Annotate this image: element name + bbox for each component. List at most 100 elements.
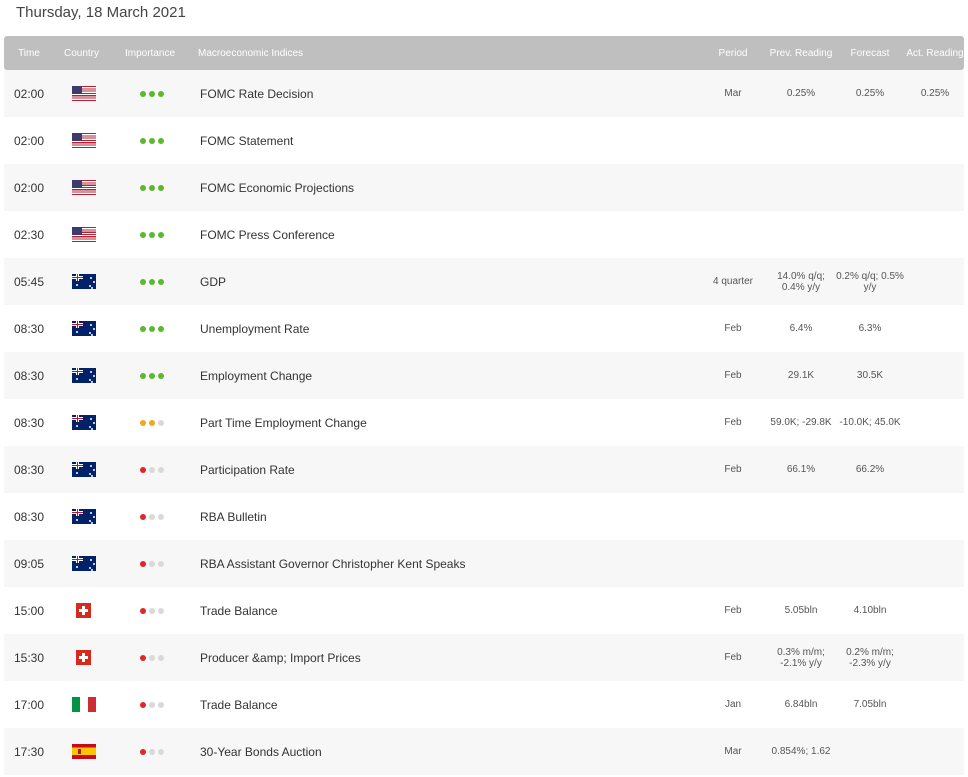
importance-dot xyxy=(158,466,164,473)
row-importance xyxy=(111,701,193,708)
importance-dot xyxy=(158,325,164,332)
table-row[interactable]: 02:30 FOMC Press Conference xyxy=(4,211,964,258)
importance-dot xyxy=(140,701,146,708)
row-event-name[interactable]: Trade Balance xyxy=(193,698,698,712)
header-event[interactable]: Macroeconomic Indices xyxy=(191,48,698,59)
importance-dots-icon xyxy=(140,231,164,238)
header-country[interactable]: Country xyxy=(54,48,109,59)
row-event-name[interactable]: Participation Rate xyxy=(193,463,698,477)
row-forecast: 4.10bln xyxy=(853,605,887,616)
row-time: 05:45 xyxy=(14,274,45,289)
table-row[interactable]: 02:00 FOMC Economic Projections xyxy=(4,164,964,211)
importance-dots-icon xyxy=(140,607,164,614)
table-row[interactable]: 17:30 30-Year Bonds Auction Mar 0.854%; 1.6… xyxy=(4,728,964,775)
row-country xyxy=(56,509,111,524)
row-event-name[interactable]: FOMC Economic Projections xyxy=(193,181,698,195)
table-body: 02:00 FOMC Rate Decision Mar 0.25% 0.25% 0.25… xyxy=(4,70,964,775)
row-time: 02:00 xyxy=(14,180,45,195)
flag-au-icon xyxy=(71,274,96,289)
row-event-name[interactable]: 30-Year Bonds Auction xyxy=(193,745,698,759)
row-event-name[interactable]: GDP xyxy=(193,275,698,289)
table-row[interactable]: 08:30 Employment Change Feb 29.1K 30.5K xyxy=(4,352,964,399)
importance-dots-icon xyxy=(140,325,164,332)
row-event-name[interactable]: Employment Change xyxy=(193,369,698,383)
row-event-name[interactable]: FOMC Statement xyxy=(193,134,698,148)
row-country xyxy=(56,133,111,148)
flag-us-icon xyxy=(71,180,96,195)
row-country xyxy=(56,415,111,430)
table-row[interactable]: 08:30 Part Time Employment Change Feb 59.0K… xyxy=(4,399,964,446)
row-time: 17:30 xyxy=(14,744,45,759)
row-importance xyxy=(111,560,193,567)
row-period: Jan xyxy=(724,699,742,710)
row-prev-reading: 5.05bln xyxy=(784,605,818,616)
table-row[interactable]: 02:00 FOMC Rate Decision Mar 0.25% 0.25% 0.25… xyxy=(4,70,964,117)
row-event-name[interactable]: RBA Assistant Governor Christopher Kent … xyxy=(193,557,698,571)
row-event-name[interactable]: FOMC Press Conference xyxy=(193,228,698,242)
table-row[interactable]: 08:30 Unemployment Rate Feb 6.4% 6.3% xyxy=(4,305,964,352)
importance-dot xyxy=(149,466,155,473)
importance-dot xyxy=(158,513,164,520)
row-importance xyxy=(111,419,193,426)
importance-dots-icon xyxy=(140,560,164,567)
importance-dot xyxy=(158,278,164,285)
table-row[interactable]: 15:00 Trade Balance Feb 5.05bln 4.10bln xyxy=(4,587,964,634)
row-country xyxy=(56,180,111,195)
importance-dot xyxy=(158,184,164,191)
row-event-name[interactable]: RBA Bulletin xyxy=(193,510,698,524)
row-prev-reading: 66.1% xyxy=(786,464,816,475)
row-importance xyxy=(111,607,193,614)
row-event-name[interactable]: FOMC Rate Decision xyxy=(193,87,698,101)
table-row[interactable]: 09:05 RBA Assistant Governor Christopher … xyxy=(4,540,964,587)
row-time: 17:00 xyxy=(14,697,45,712)
flag-ch-icon xyxy=(76,603,91,618)
row-period: Mar xyxy=(724,746,742,757)
row-event-name[interactable]: Part Time Employment Change xyxy=(193,416,698,430)
row-importance xyxy=(111,466,193,473)
header-period[interactable]: Period xyxy=(698,48,768,59)
row-period: Feb xyxy=(724,605,742,616)
header-forecast[interactable]: Forecast xyxy=(834,48,906,59)
table-row[interactable]: 15:30 Producer &amp; Import Prices Feb 0.3%… xyxy=(4,634,964,681)
importance-dot xyxy=(158,701,164,708)
row-event-name[interactable]: Producer &amp; Import Prices xyxy=(193,651,698,665)
importance-dot xyxy=(149,607,155,614)
importance-dot xyxy=(149,231,155,238)
flag-ch-icon xyxy=(76,650,91,665)
importance-dot xyxy=(140,231,146,238)
row-importance xyxy=(111,137,193,144)
importance-dot xyxy=(149,137,155,144)
row-time: 09:05 xyxy=(14,556,45,571)
row-event-name[interactable]: Unemployment Rate xyxy=(193,322,698,336)
importance-dots-icon xyxy=(140,184,164,191)
row-prev-reading: 6.4% xyxy=(789,323,813,334)
row-country xyxy=(56,556,111,571)
row-country xyxy=(56,227,111,242)
row-prev-reading: 6.84bln xyxy=(784,699,818,710)
importance-dot xyxy=(158,748,164,755)
header-importance[interactable]: Importance xyxy=(109,48,191,59)
row-forecast: 66.2% xyxy=(855,464,885,475)
row-importance xyxy=(111,513,193,520)
header-prev-reading[interactable]: Prev. Reading xyxy=(768,48,834,59)
economic-calendar-table: Time Country Importance Macroeconomic In… xyxy=(4,36,964,775)
flag-au-icon xyxy=(71,462,96,477)
header-time[interactable]: Time xyxy=(4,48,54,59)
table-row[interactable]: 05:45 GDP 4 quarter 14.0% q/q; 0.4% y/y 0.2%… xyxy=(4,258,964,305)
table-row[interactable]: 08:30 RBA Bulletin xyxy=(4,493,964,540)
table-row[interactable]: 02:00 FOMC Statement xyxy=(4,117,964,164)
flag-au-icon xyxy=(71,415,96,430)
row-importance xyxy=(111,278,193,285)
importance-dot xyxy=(149,419,155,426)
importance-dot xyxy=(158,419,164,426)
row-actual-reading: 0.25% xyxy=(920,88,950,99)
table-row[interactable]: 08:30 Participation Rate Feb 66.1% 66.2% xyxy=(4,446,964,493)
flag-au-icon xyxy=(71,321,96,336)
importance-dot xyxy=(149,701,155,708)
importance-dot xyxy=(140,654,146,661)
header-actual-reading[interactable]: Act. Reading xyxy=(906,48,964,59)
row-country xyxy=(56,744,111,759)
table-row[interactable]: 17:00 Trade Balance Jan 6.84bln 7.05bln xyxy=(4,681,964,728)
row-event-name[interactable]: Trade Balance xyxy=(193,604,698,618)
importance-dot xyxy=(140,748,146,755)
